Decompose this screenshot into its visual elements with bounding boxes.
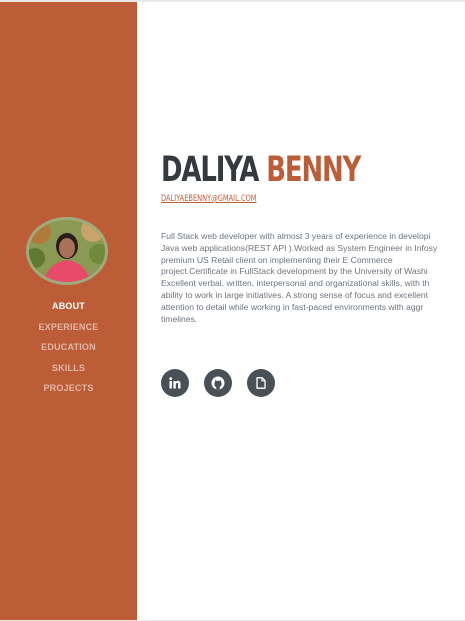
sidebar: ABOUT EXPERIENCE EDUCATION SKILLS PROJEC… (0, 2, 137, 620)
linkedin-button[interactable] (161, 369, 189, 397)
resume-button[interactable] (247, 369, 275, 397)
nav-link-experience[interactable]: EXPERIENCE (38, 322, 98, 332)
linkedin-icon (169, 377, 181, 389)
about-section: DALIYA BENNY DALIYAEBENNY@GMAIL.COM Full… (137, 2, 465, 620)
nav-item-about[interactable]: ABOUT (0, 295, 137, 316)
bio-text: Full Stack web developer with almost 3 y… (161, 231, 438, 324)
profile-name: DALIYA BENNY (161, 150, 361, 190)
last-name: BENNY (266, 150, 361, 190)
email-link[interactable]: DALIYAEBENNY@GMAIL.COM (161, 194, 257, 204)
profile-avatar (26, 217, 108, 285)
first-name: DALIYA (161, 150, 259, 190)
nav-link-projects[interactable]: PROJECTS (43, 383, 93, 393)
nav-item-projects[interactable]: PROJECTS (0, 377, 137, 398)
nav-link-skills[interactable]: SKILLS (52, 363, 85, 373)
sidebar-nav: ABOUT EXPERIENCE EDUCATION SKILLS PROJEC… (0, 295, 137, 398)
nav-item-skills[interactable]: SKILLS (0, 357, 137, 378)
nav-item-education[interactable]: EDUCATION (0, 336, 137, 357)
nav-link-about[interactable]: ABOUT (52, 301, 85, 311)
nav-link-education[interactable]: EDUCATION (41, 342, 96, 352)
resume-file-icon (256, 377, 266, 389)
social-icons (161, 369, 275, 397)
github-button[interactable] (204, 369, 232, 397)
github-icon (211, 376, 225, 390)
nav-item-experience[interactable]: EXPERIENCE (0, 316, 137, 337)
